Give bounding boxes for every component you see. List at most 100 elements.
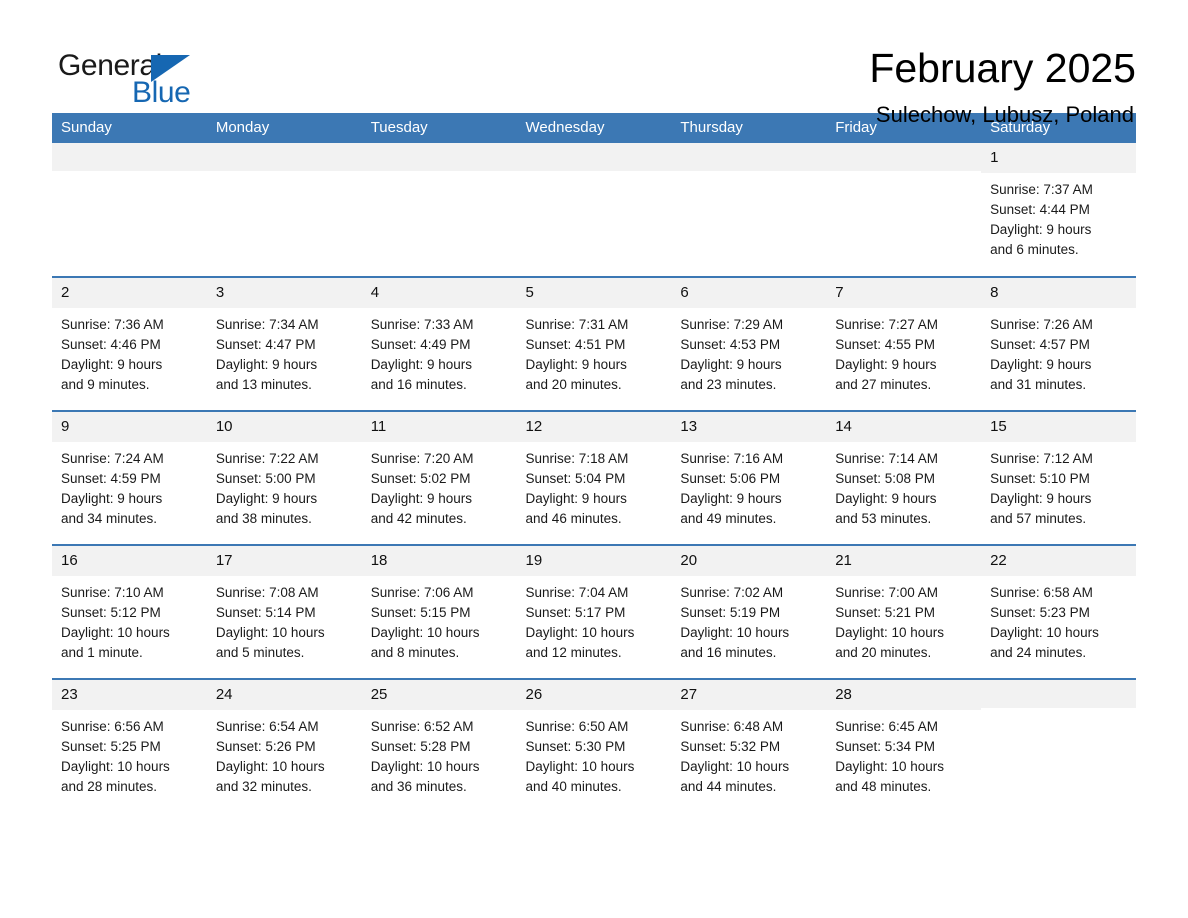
- day-number: 11: [361, 412, 517, 442]
- day-details: Sunrise: 7:02 AM Sunset: 5:19 PM Dayligh…: [680, 585, 790, 660]
- day-number: 21: [826, 546, 982, 576]
- day-cell[interactable]: 9 Sunrise: 7:24 AM Sunset: 4:59 PM Daylig…: [52, 410, 207, 545]
- sunrise-sunset-calendar: Sunday Monday Tuesday Wednesday Thursday…: [52, 113, 1136, 813]
- calendar-page: General Blue February 2025 Sulechow, Lub…: [0, 0, 1188, 918]
- day-cell[interactable]: 28 Sunrise: 6:45 AM Sunset: 5:34 PM Dayli…: [826, 678, 982, 813]
- day-cell[interactable]: 21 Sunrise: 7:00 AM Sunset: 5:21 PM Dayli…: [826, 544, 982, 679]
- day-cell[interactable]: 11 Sunrise: 7:20 AM Sunset: 5:02 PM Dayli…: [361, 410, 517, 545]
- day-details: Sunrise: 7:31 AM Sunset: 4:51 PM Dayligh…: [525, 317, 629, 392]
- day-cell[interactable]: 18 Sunrise: 7:06 AM Sunset: 5:15 PM Dayli…: [361, 544, 517, 679]
- day-cell[interactable]: 23 Sunrise: 6:56 AM Sunset: 5:25 PM Dayli…: [52, 678, 207, 813]
- day-number: 22: [981, 546, 1136, 576]
- day-details: Sunrise: 7:37 AM Sunset: 4:44 PM Dayligh…: [990, 182, 1093, 257]
- day-cell[interactable]: 8 Sunrise: 7:26 AM Sunset: 4:57 PM Daylig…: [981, 276, 1136, 411]
- day-number: 18: [361, 546, 517, 576]
- logo-text-blue: Blue: [132, 76, 191, 109]
- calendar-week-row: 2 Sunrise: 7:36 AM Sunset: 4:46 PM Daylig…: [52, 276, 1136, 411]
- day-cell[interactable]: 7 Sunrise: 7:27 AM Sunset: 4:55 PM Daylig…: [826, 276, 982, 411]
- day-number: 6: [671, 278, 827, 308]
- day-number: 28: [826, 680, 982, 710]
- day-number: 4: [361, 278, 517, 308]
- day-cell[interactable]: 4 Sunrise: 7:33 AM Sunset: 4:49 PM Daylig…: [361, 276, 517, 411]
- day-details: Sunrise: 6:48 AM Sunset: 5:32 PM Dayligh…: [680, 719, 790, 794]
- day-cell[interactable]: 26 Sunrise: 6:50 AM Sunset: 5:30 PM Dayli…: [516, 678, 672, 813]
- page-title: February 2025: [869, 45, 1136, 91]
- day-number: 2: [52, 278, 207, 308]
- day-cell[interactable]: 25 Sunrise: 6:52 AM Sunset: 5:28 PM Dayli…: [361, 678, 517, 813]
- calendar-week-row: 9 Sunrise: 7:24 AM Sunset: 4:59 PM Daylig…: [52, 410, 1136, 545]
- day-number: [52, 143, 207, 171]
- day-details: Sunrise: 7:14 AM Sunset: 5:08 PM Dayligh…: [835, 451, 939, 526]
- day-cell[interactable]: 22 Sunrise: 6:58 AM Sunset: 5:23 PM Dayli…: [981, 544, 1136, 679]
- calendar-body: 1 Sunrise: 7:37 AM Sunset: 4:44 PM Daylig…: [52, 143, 1136, 813]
- day-number: [826, 143, 982, 171]
- day-details: [671, 171, 826, 178]
- weekday-header-thursday: Thursday: [671, 113, 827, 143]
- day-details: Sunrise: 7:08 AM Sunset: 5:14 PM Dayligh…: [215, 585, 325, 660]
- day-number: [516, 143, 672, 171]
- day-details: Sunrise: 6:56 AM Sunset: 5:25 PM Dayligh…: [61, 719, 170, 794]
- day-details: Sunrise: 6:58 AM Sunset: 5:23 PM Dayligh…: [990, 585, 1099, 660]
- day-details: Sunrise: 6:45 AM Sunset: 5:34 PM Dayligh…: [835, 719, 945, 794]
- day-cell[interactable]: 13 Sunrise: 7:16 AM Sunset: 5:06 PM Dayli…: [671, 410, 827, 545]
- day-number: 3: [206, 278, 362, 308]
- day-details: [981, 708, 1136, 715]
- day-details: [362, 171, 517, 178]
- day-details: Sunrise: 7:27 AM Sunset: 4:55 PM Dayligh…: [835, 317, 939, 392]
- day-number: 1: [981, 143, 1136, 173]
- day-number: 25: [361, 680, 517, 710]
- day-number: 15: [981, 412, 1136, 442]
- day-details: Sunrise: 7:36 AM Sunset: 4:46 PM Dayligh…: [61, 317, 164, 392]
- day-cell[interactable]: 3 Sunrise: 7:34 AM Sunset: 4:47 PM Daylig…: [206, 276, 362, 411]
- day-cell[interactable]: 20 Sunrise: 7:02 AM Sunset: 5:19 PM Dayli…: [671, 544, 827, 679]
- day-number: [361, 143, 517, 171]
- day-cell[interactable]: 27 Sunrise: 6:48 AM Sunset: 5:32 PM Dayli…: [671, 678, 827, 813]
- day-details: Sunrise: 7:10 AM Sunset: 5:12 PM Dayligh…: [61, 585, 170, 660]
- day-cell[interactable]: [52, 143, 207, 277]
- title-block: February 2025 Sulechow, Lubusz, Poland: [869, 46, 1136, 127]
- day-details: Sunrise: 7:26 AM Sunset: 4:57 PM Dayligh…: [990, 317, 1093, 392]
- day-cell[interactable]: [671, 143, 827, 277]
- day-cell[interactable]: 6 Sunrise: 7:29 AM Sunset: 4:53 PM Daylig…: [671, 276, 827, 411]
- day-number: 16: [52, 546, 207, 576]
- day-cell[interactable]: 16 Sunrise: 7:10 AM Sunset: 5:12 PM Dayli…: [52, 544, 207, 679]
- weekday-header-tuesday: Tuesday: [361, 113, 517, 143]
- day-cell[interactable]: [826, 143, 982, 277]
- day-details: Sunrise: 6:50 AM Sunset: 5:30 PM Dayligh…: [525, 719, 635, 794]
- day-details: Sunrise: 7:18 AM Sunset: 5:04 PM Dayligh…: [525, 451, 629, 526]
- day-details: Sunrise: 7:22 AM Sunset: 5:00 PM Dayligh…: [215, 451, 319, 526]
- day-cell[interactable]: 5 Sunrise: 7:31 AM Sunset: 4:51 PM Daylig…: [516, 276, 672, 411]
- day-cell[interactable]: 15 Sunrise: 7:12 AM Sunset: 5:10 PM Dayli…: [981, 410, 1136, 545]
- day-details: [517, 171, 672, 178]
- day-cell[interactable]: 10 Sunrise: 7:22 AM Sunset: 5:00 PM Dayli…: [206, 410, 362, 545]
- day-number: 5: [516, 278, 672, 308]
- day-details: [52, 171, 207, 178]
- day-cell[interactable]: [981, 678, 1136, 813]
- day-number: [671, 143, 827, 171]
- day-cell[interactable]: 12 Sunrise: 7:18 AM Sunset: 5:04 PM Dayli…: [516, 410, 672, 545]
- day-cell[interactable]: 14 Sunrise: 7:14 AM Sunset: 5:08 PM Dayli…: [826, 410, 982, 545]
- day-cell[interactable]: 1 Sunrise: 7:37 AM Sunset: 4:44 PM Daylig…: [981, 143, 1136, 277]
- calendar-week-row: 1 Sunrise: 7:37 AM Sunset: 4:44 PM Daylig…: [52, 143, 1136, 277]
- day-cell[interactable]: 19 Sunrise: 7:04 AM Sunset: 5:17 PM Dayli…: [516, 544, 672, 679]
- day-number: 17: [206, 546, 362, 576]
- day-cell[interactable]: [206, 143, 362, 277]
- day-cell[interactable]: 17 Sunrise: 7:08 AM Sunset: 5:14 PM Dayli…: [206, 544, 362, 679]
- day-number: 8: [981, 278, 1136, 308]
- calendar-week-row: 16 Sunrise: 7:10 AM Sunset: 5:12 PM Dayli…: [52, 544, 1136, 679]
- weekday-header-sunday: Sunday: [52, 113, 207, 143]
- day-number: 10: [206, 412, 362, 442]
- day-details: Sunrise: 7:06 AM Sunset: 5:15 PM Dayligh…: [370, 585, 480, 660]
- day-details: Sunrise: 7:24 AM Sunset: 4:59 PM Dayligh…: [61, 451, 164, 526]
- day-details: Sunrise: 7:20 AM Sunset: 5:02 PM Dayligh…: [370, 451, 474, 526]
- general-blue-logo: General Blue: [52, 46, 202, 116]
- day-number: 7: [826, 278, 982, 308]
- day-number: 20: [671, 546, 827, 576]
- day-number: 13: [671, 412, 827, 442]
- day-cell[interactable]: 24 Sunrise: 6:54 AM Sunset: 5:26 PM Dayli…: [206, 678, 362, 813]
- day-cell[interactable]: [516, 143, 672, 277]
- day-cell[interactable]: 2 Sunrise: 7:36 AM Sunset: 4:46 PM Daylig…: [52, 276, 207, 411]
- day-cell[interactable]: [361, 143, 517, 277]
- day-details: Sunrise: 7:00 AM Sunset: 5:21 PM Dayligh…: [835, 585, 945, 660]
- day-details: [207, 171, 362, 178]
